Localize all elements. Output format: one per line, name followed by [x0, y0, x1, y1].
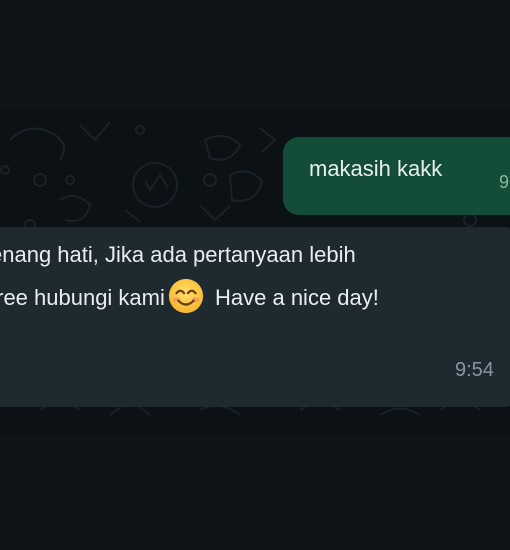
incoming-message-text-after-emoji: Have a nice day! [208, 284, 379, 310]
outgoing-message-time: 9 [499, 172, 510, 192]
incoming-message-text-before-emoji: free hubungi kami [0, 284, 165, 310]
incoming-message-line-1: enang hati, Jika ada pertanyaan lebih [0, 242, 356, 267]
smiling-face-emoji-icon [168, 278, 203, 314]
incoming-message-time: 9:54 [455, 359, 494, 381]
chat-area: makasih kakk 9 enang hati, Jika ada pert… [0, 110, 510, 435]
outgoing-message-bubble[interactable]: makasih kakk 9 [283, 137, 510, 215]
outgoing-message-text: makasih kakk [309, 156, 443, 181]
incoming-message-bubble[interactable]: enang hati, Jika ada pertanyaan lebih fr… [0, 227, 510, 407]
incoming-message-line-2: free hubungi kami Have a nice day! [0, 278, 379, 315]
